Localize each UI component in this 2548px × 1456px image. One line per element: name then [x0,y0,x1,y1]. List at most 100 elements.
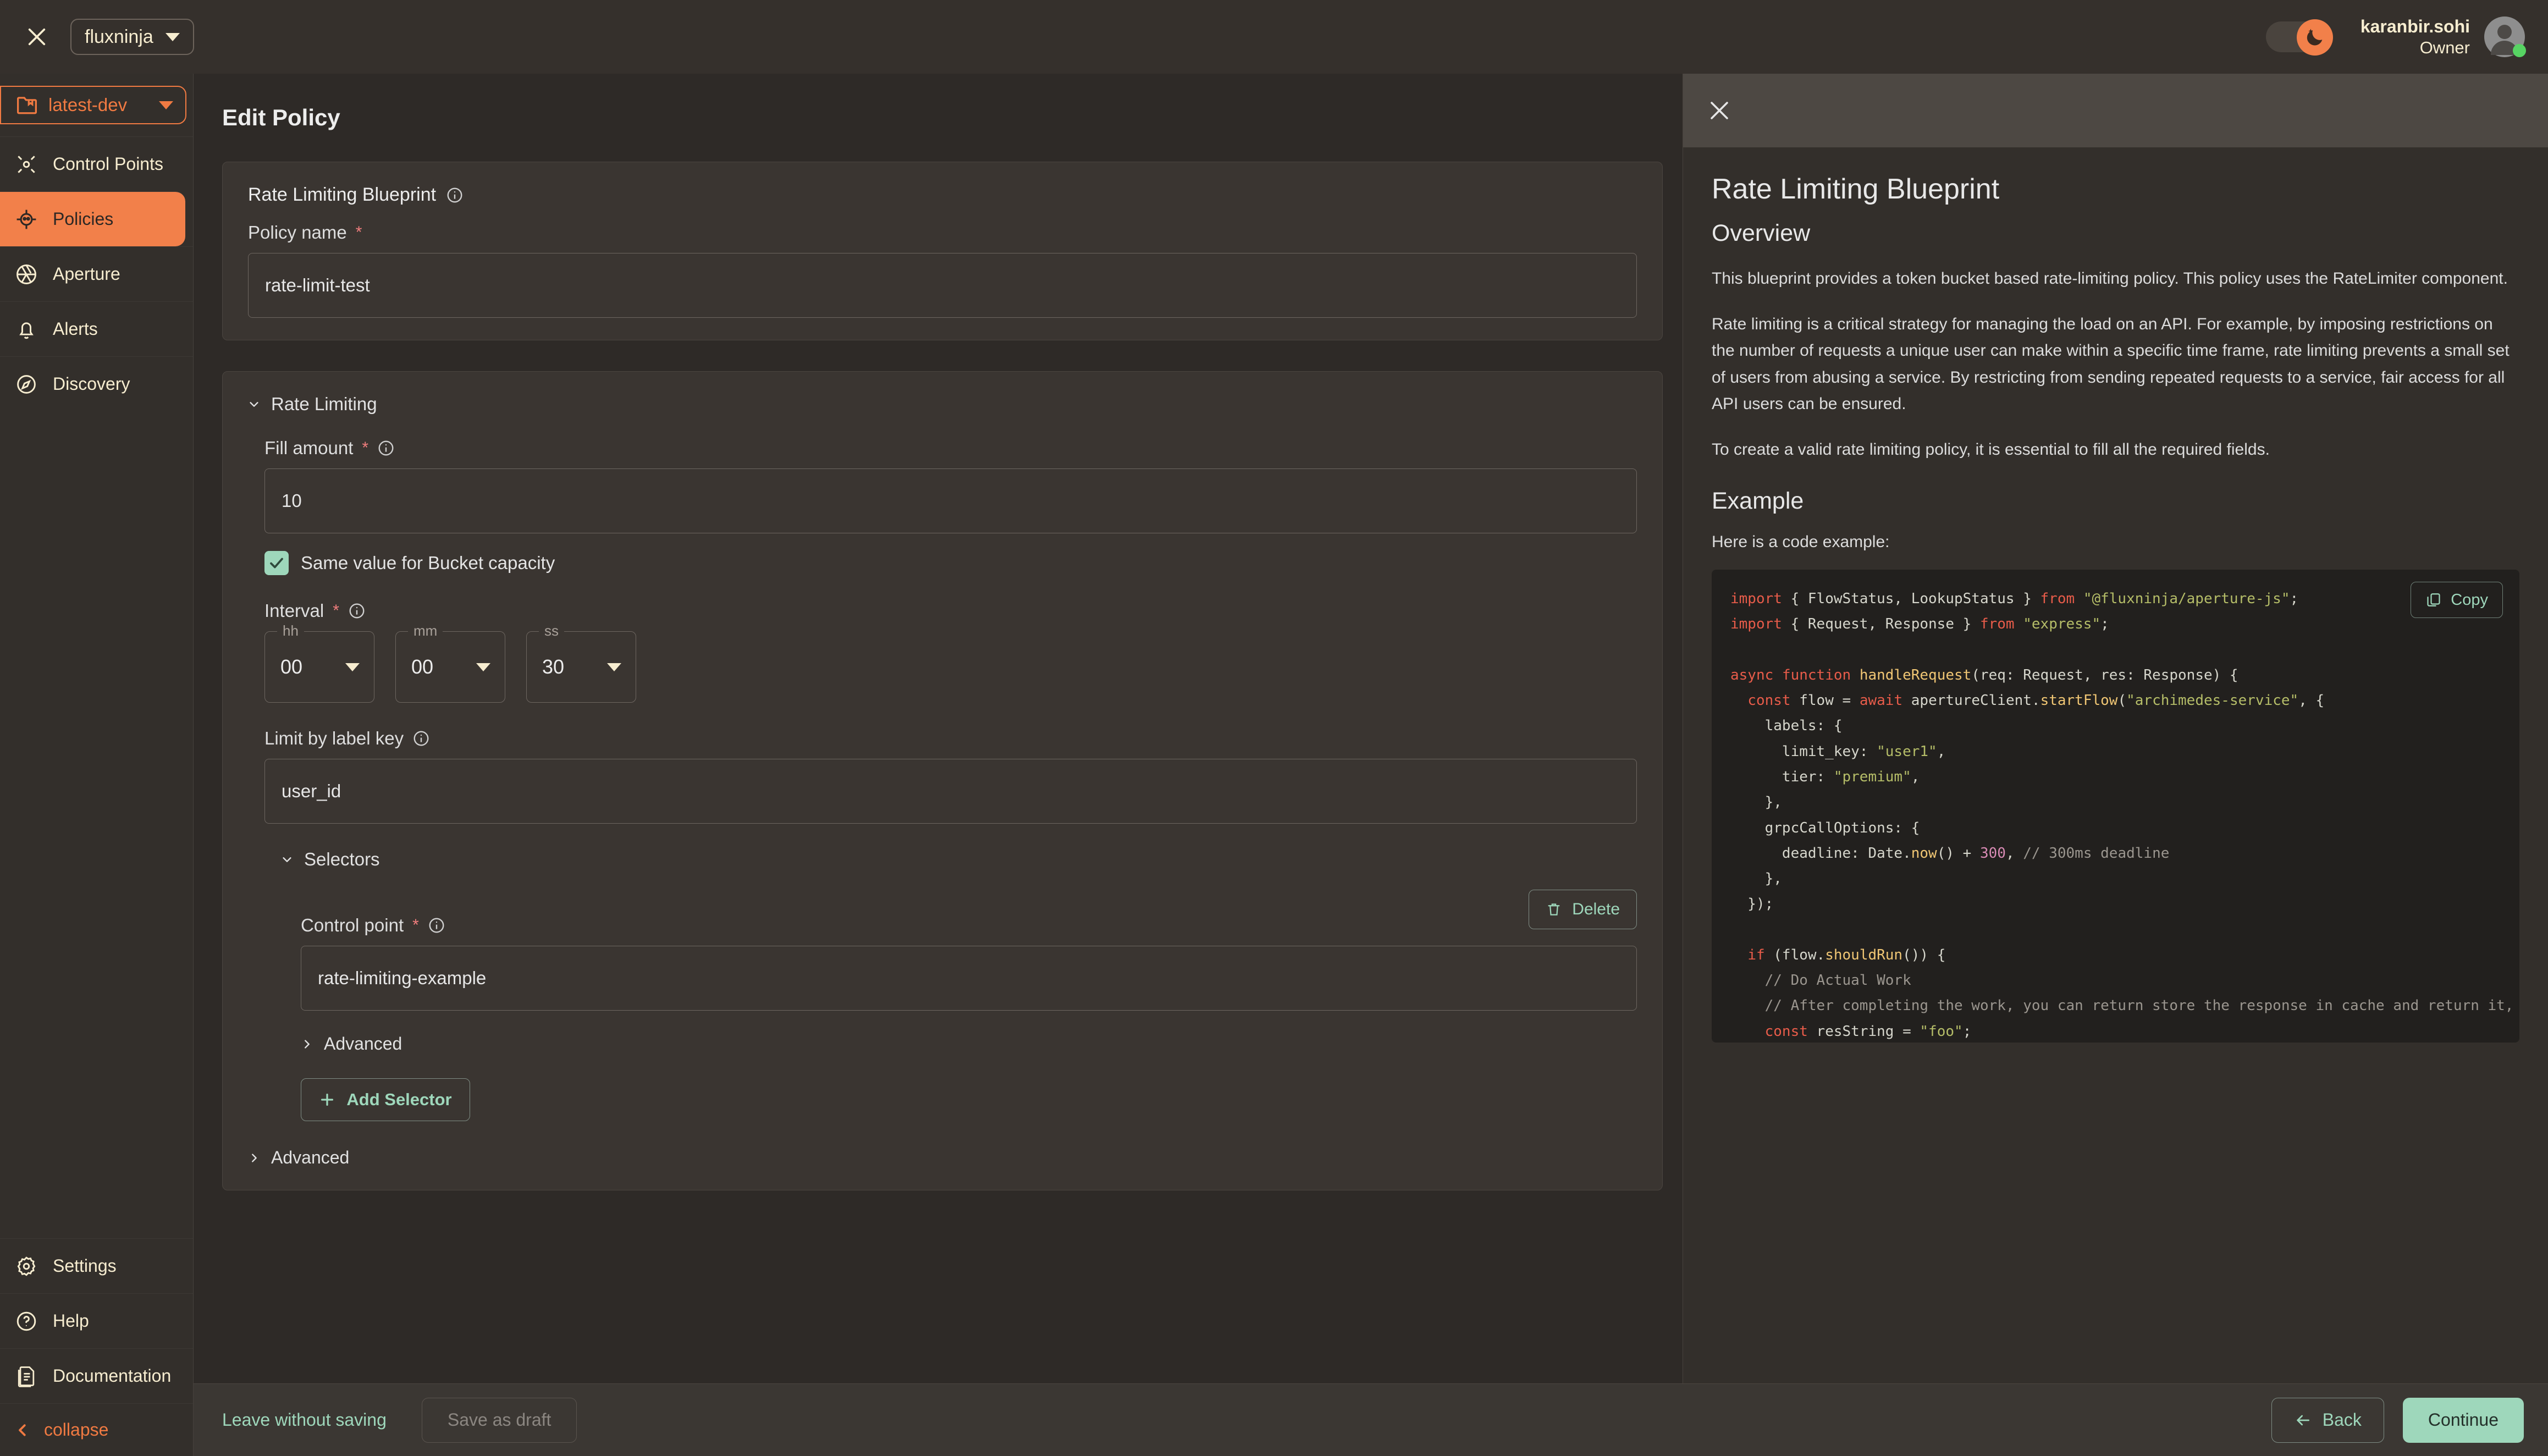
sidebar: latest-dev Control Points Policies Apert… [0,74,194,1456]
sidebar-item-label: Documentation [53,1366,172,1386]
sidebar-item-label: Settings [53,1256,117,1276]
sidebar-item-label: Help [53,1311,89,1331]
rate-limiting-section-toggle[interactable]: Rate Limiting [248,394,1637,415]
user-info: karanbir.sohi Owner [2361,15,2470,59]
sidebar-collapse-button[interactable]: collapse [0,1403,193,1456]
folder-bookmark-icon [17,97,37,114]
sidebar-item-discovery[interactable]: Discovery [0,356,193,411]
selectors-section: Selectors Delete Control point * rate-li… [264,849,1637,1121]
limit-by-label-key-input[interactable]: user_id [264,759,1637,824]
plus-icon [321,1094,334,1106]
control-point-label: Control point [301,915,404,935]
footer-nav-buttons: Back Continue [2271,1397,2524,1443]
blueprint-title-row: Rate Limiting Blueprint [248,184,1637,206]
trash-icon [1548,903,1560,915]
continue-button[interactable]: Continue [2402,1397,2524,1443]
avatar-head [2497,25,2512,39]
required-marker: * [362,439,369,457]
limit-by-label-key-label-row: Limit by label key [264,728,1637,749]
chevron-down-icon [159,101,173,109]
selectors-section-toggle[interactable]: Selectors [281,849,1637,870]
environment-label: latest-dev [48,95,128,115]
doc-example-intro: Here is a code example: [1712,532,1890,551]
policy-form: Rate Limiting Blueprint Policy name * rat… [222,162,1663,1366]
sidebar-item-documentation[interactable]: Documentation [0,1348,193,1403]
copy-code-button[interactable]: Copy [2411,582,2503,619]
interval-minutes-select[interactable]: mm 00 [395,622,505,703]
interval-label: Interval [264,600,324,621]
same-value-checkbox-row[interactable]: Same value for Bucket capacity [264,551,1637,575]
theme-toggle[interactable] [2265,19,2333,56]
sidebar-item-alerts[interactable]: Alerts [0,301,193,356]
policy-name-label-row: Policy name * [248,222,1637,243]
close-icon[interactable] [1706,97,1733,124]
info-icon[interactable] [446,186,464,204]
doc-panel-body: Rate Limiting Blueprint Overview This bl… [1683,147,2548,1043]
selector-advanced-label: Advanced [324,1034,402,1054]
same-value-checkbox[interactable] [264,551,289,575]
user-name: karanbir.sohi [2360,16,2470,36]
moon-icon [2296,19,2333,56]
interval-hours-select[interactable]: hh 00 [264,622,374,703]
chevron-right-icon [252,1153,257,1162]
copy-icon [2427,593,2440,607]
top-bar: fluxninja karanbir.sohi Owner [0,0,2548,74]
avatar[interactable] [2484,16,2526,57]
fill-amount-value: 10 [282,490,302,511]
leave-without-saving-link[interactable]: Leave without saving [222,1410,387,1430]
back-label: Back [2322,1410,2362,1430]
sidebar-item-label: Alerts [53,319,98,339]
doc-panel-header [1683,74,2548,147]
aperture-icon [14,262,38,286]
info-icon[interactable] [377,439,395,457]
chevron-down-icon [345,663,360,671]
interval-hours-legend: hh [277,622,304,639]
selector-body: Control point * rate-limiting-example Ad… [281,915,1637,1121]
delete-selector-button[interactable]: Delete [1529,890,1637,929]
policy-name-label: Policy name [248,222,347,242]
rate-limiting-section-label: Rate Limiting [271,394,377,414]
policy-advanced-toggle[interactable]: Advanced [248,1148,1637,1168]
sidebar-item-label: Discovery [53,374,130,394]
doc-paragraph-2: Rate limiting is a critical strategy for… [1712,315,2510,413]
environment-selector[interactable]: latest-dev [0,86,186,124]
sidebar-nav-bottom: Settings Help Documentation collapse [0,1238,193,1456]
doc-paragraph-1: This blueprint provides a token bucket b… [1712,269,2508,288]
interval-minutes-legend: mm [408,622,443,639]
selector-advanced-toggle[interactable]: Advanced [301,1034,1637,1054]
question-circle-icon [14,1309,38,1333]
sidebar-item-settings[interactable]: Settings [0,1238,193,1293]
status-badge [2513,44,2526,57]
interval-seconds-select[interactable]: ss 30 [526,622,636,703]
rate-limiting-body: Fill amount * 10 Same value for Bucket ca… [248,415,1637,1168]
info-icon[interactable] [412,730,430,747]
selectors-section-label: Selectors [304,849,380,869]
bell-icon [14,317,38,341]
back-button[interactable]: Back [2271,1397,2384,1443]
info-icon[interactable] [428,917,445,934]
close-icon[interactable] [20,20,54,54]
save-as-draft-button[interactable]: Save as draft [421,1397,577,1443]
control-point-value: rate-limiting-example [318,968,487,988]
required-marker: * [355,223,362,241]
code-content: import { FlowStatus, LookupStatus } from… [1730,591,2514,1040]
info-icon[interactable] [348,602,366,620]
chevron-down-icon [283,857,291,862]
control-point-input[interactable]: rate-limiting-example [301,946,1637,1011]
footer-action-bar: Leave without saving Save as draft Back … [194,1383,2548,1456]
interval-label-row: Interval * [264,600,1637,621]
sidebar-item-control-points[interactable]: Control Points [0,136,193,191]
interval-seconds-legend: ss [539,622,564,639]
fill-amount-input[interactable]: 10 [264,468,1637,533]
add-selector-button[interactable]: Add Selector [301,1078,470,1121]
policy-name-input[interactable]: rate-limit-test [248,253,1637,318]
sidebar-nav: Control Points Policies Aperture Alerts … [0,136,193,411]
sidebar-item-aperture[interactable]: Aperture [0,246,193,301]
sidebar-item-label: Control Points [53,154,163,174]
sidebar-item-label: Aperture [53,264,120,284]
org-selector[interactable]: fluxninja [70,19,194,55]
sidebar-item-policies[interactable]: Policies [0,191,185,246]
copy-label: Copy [2451,591,2488,609]
sidebar-item-help[interactable]: Help [0,1293,193,1348]
chevron-down-icon [165,32,180,41]
